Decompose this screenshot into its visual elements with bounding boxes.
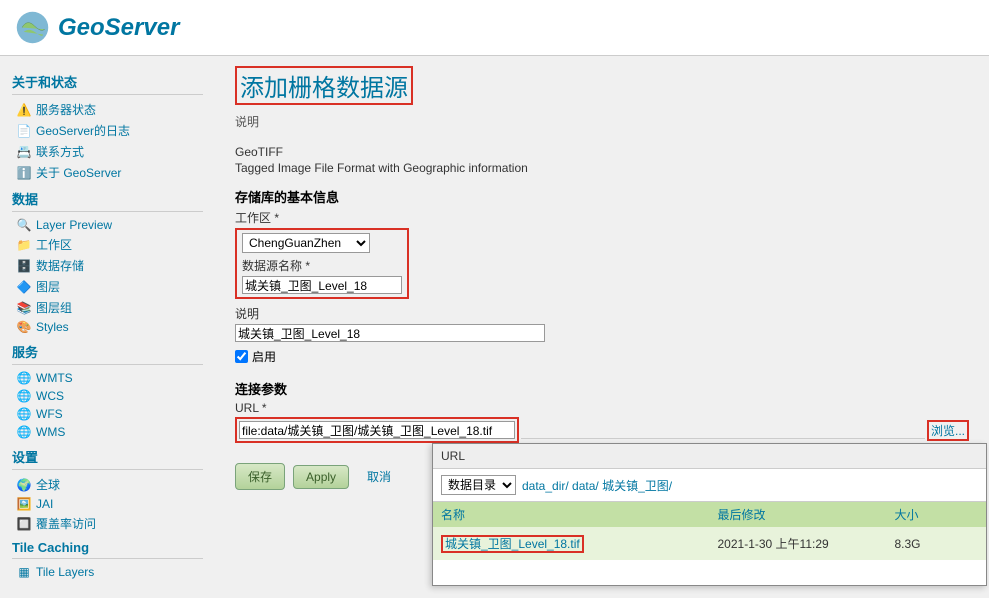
- file-mtime: 2021-1-30 上午11:29: [710, 527, 887, 560]
- service-icon: 🌐: [16, 389, 32, 403]
- tile-icon: ▦: [16, 565, 32, 579]
- url-label: URL *: [235, 401, 969, 415]
- col-modified[interactable]: 最后修改: [710, 502, 887, 527]
- enabled-label: 启用: [252, 348, 276, 365]
- palette-icon: 🎨: [16, 320, 32, 334]
- browse-link[interactable]: 浏览...: [931, 424, 965, 438]
- conn-params-section: 连接参数: [235, 379, 969, 398]
- sidebar-heading-settings: 设置: [12, 441, 203, 470]
- globe-icon: 🌍: [16, 478, 32, 492]
- sidebar-item-styles[interactable]: 🎨Styles: [12, 318, 203, 336]
- sidebar-heading-data: 数据: [12, 183, 203, 212]
- browse-highlight: 浏览...: [927, 420, 969, 441]
- warning-icon: ⚠️: [16, 103, 32, 117]
- sidebar-item-stores[interactable]: 🗄️数据存储: [12, 255, 203, 276]
- section-basic-info: 存储库的基本信息: [235, 187, 969, 206]
- breadcrumb[interactable]: data_dir/ data/ 城关镇_卫图/: [522, 477, 672, 494]
- url-line: [521, 421, 925, 439]
- sidebar-item-logs[interactable]: 📄GeoServer的日志: [12, 120, 203, 141]
- sidebar-item-wcs[interactable]: 🌐WCS: [12, 387, 203, 405]
- apply-button[interactable]: Apply: [293, 465, 349, 489]
- popup-footer: [433, 560, 986, 585]
- geoserver-logo-icon: [15, 10, 50, 45]
- preview-icon: 🔍: [16, 218, 32, 232]
- sidebar-heading-services: 服务: [12, 336, 203, 365]
- sidebar-item-layer-preview[interactable]: 🔍Layer Preview: [12, 216, 203, 234]
- sidebar-item-workspaces[interactable]: 📁工作区: [12, 234, 203, 255]
- enabled-checkbox[interactable]: [235, 350, 248, 363]
- file-name-highlight: 城关镇_卫图_Level_18.tif: [441, 535, 584, 553]
- col-name[interactable]: 名称: [433, 502, 710, 527]
- sidebar-item-layer-groups[interactable]: 📚图层组: [12, 297, 203, 318]
- description-input[interactable]: [235, 324, 545, 342]
- dsname-input[interactable]: [242, 276, 402, 294]
- folder-icon: 📁: [16, 238, 32, 252]
- service-icon: 🌐: [16, 425, 32, 439]
- service-icon: 🌐: [16, 407, 32, 421]
- sidebar-heading-about: 关于和状态: [12, 66, 203, 95]
- col-size[interactable]: 大小: [886, 502, 986, 527]
- sidebar-item-wms[interactable]: 🌐WMS: [12, 423, 203, 441]
- directory-select[interactable]: 数据目录: [441, 475, 516, 495]
- sidebar-item-jai[interactable]: 🖼️JAI: [12, 495, 203, 513]
- database-icon: 🗄️: [16, 259, 32, 273]
- file-browser-popup: URL 数据目录 data_dir/ data/ 城关镇_卫图/ 名称 最后修改…: [432, 443, 987, 586]
- layers-icon: 📚: [16, 301, 32, 315]
- coverage-icon: 🔲: [16, 517, 32, 531]
- sidebar-item-server-status[interactable]: ⚠️服务器状态: [12, 99, 203, 120]
- page-title: 添加栅格数据源: [240, 68, 408, 103]
- file-size: 8.3G: [886, 527, 986, 560]
- file-table: 名称 最后修改 大小 城关镇_卫图_Level_18.tif 2021-1-30…: [433, 502, 986, 560]
- dsname-label: 数据源名称 *: [242, 257, 402, 274]
- workspace-highlight: ChengGuanZhen 数据源名称 *: [235, 228, 409, 299]
- sidebar: 关于和状态 ⚠️服务器状态 📄GeoServer的日志 📇联系方式 ℹ️关于 G…: [0, 56, 215, 598]
- layer-icon: 🔷: [16, 280, 32, 294]
- info-icon: ℹ️: [16, 166, 32, 180]
- url-input[interactable]: [239, 421, 515, 439]
- sidebar-heading-tilecache: Tile Caching: [12, 534, 203, 559]
- sidebar-item-global[interactable]: 🌍全球: [12, 474, 203, 495]
- file-row[interactable]: 城关镇_卫图_Level_18.tif 2021-1-30 上午11:29 8.…: [433, 527, 986, 560]
- sidebar-item-wmts[interactable]: 🌐WMTS: [12, 369, 203, 387]
- format-description: Tagged Image File Format with Geographic…: [235, 161, 969, 175]
- image-icon: 🖼️: [16, 497, 32, 511]
- workspace-label: 工作区 *: [235, 209, 969, 226]
- workspace-select[interactable]: ChengGuanZhen: [242, 233, 370, 253]
- popup-title: URL: [433, 444, 986, 469]
- header: GeoServer: [0, 0, 989, 56]
- sidebar-item-wfs[interactable]: 🌐WFS: [12, 405, 203, 423]
- save-button[interactable]: 保存: [235, 463, 285, 490]
- sidebar-item-layers[interactable]: 🔷图层: [12, 276, 203, 297]
- sidebar-item-contact[interactable]: 📇联系方式: [12, 141, 203, 162]
- card-icon: 📇: [16, 145, 32, 159]
- sidebar-item-about[interactable]: ℹ️关于 GeoServer: [12, 162, 203, 183]
- page-title-highlight: 添加栅格数据源: [235, 66, 413, 105]
- desc2-label: 说明: [235, 305, 969, 322]
- format-name: GeoTIFF: [235, 145, 969, 159]
- url-highlight: [235, 417, 519, 443]
- desc-label: 说明: [235, 113, 969, 130]
- sidebar-item-coverage-access[interactable]: 🔲覆盖率访问: [12, 513, 203, 534]
- document-icon: 📄: [16, 124, 32, 138]
- cancel-link[interactable]: 取消: [367, 468, 391, 485]
- service-icon: 🌐: [16, 371, 32, 385]
- sidebar-item-tile-layers[interactable]: ▦Tile Layers: [12, 563, 203, 581]
- brand-text: GeoServer: [58, 14, 179, 42]
